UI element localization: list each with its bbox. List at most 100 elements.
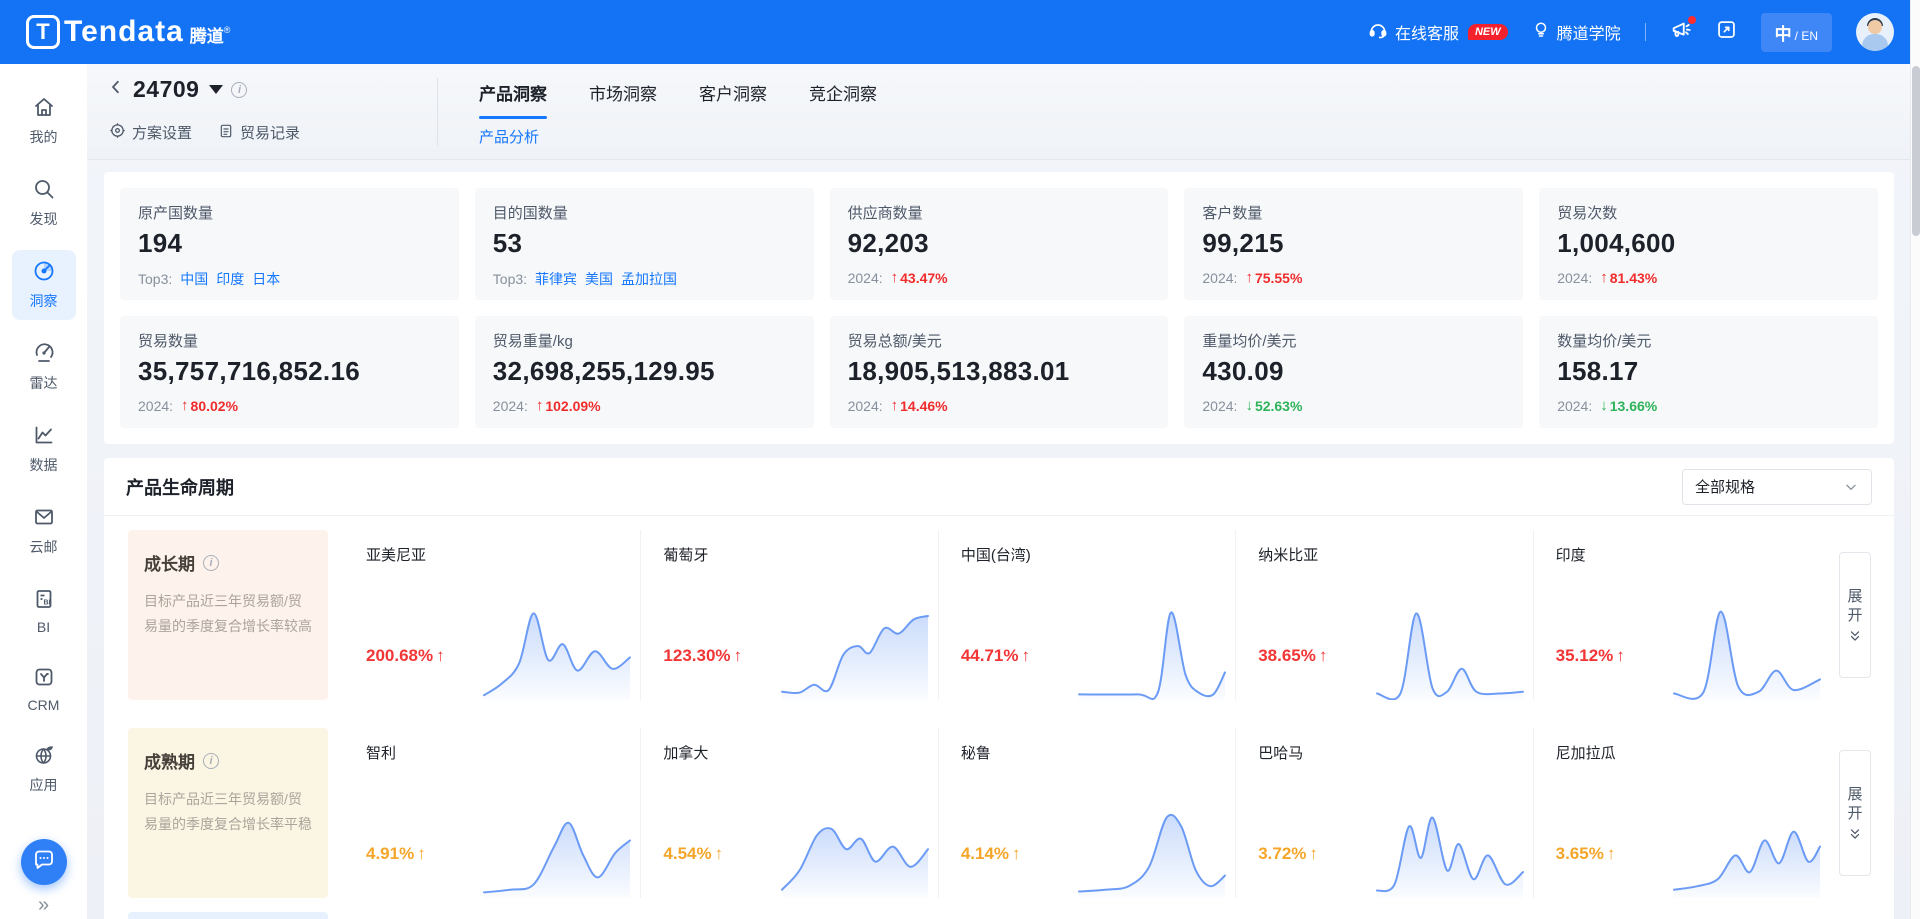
sidebar-item-crm[interactable]: CRM (12, 656, 76, 722)
expand-button-growth[interactable]: 展开 (1839, 552, 1871, 678)
up-arrow-icon: ↑ (536, 397, 544, 414)
top3-link[interactable]: 美国 (585, 269, 613, 289)
country-chart-armenia[interactable]: 亚美尼亚 200.68%↑ (344, 530, 640, 700)
tab-customer-insight[interactable]: 客户洞察 (699, 80, 767, 119)
svg-text:BI: BI (43, 600, 50, 607)
plan-settings-button[interactable]: 方案设置 (109, 122, 192, 143)
trend-year: 2024: (1202, 270, 1237, 286)
logo-icon: T (26, 15, 60, 49)
sidebar-item-apps[interactable]: 应用 (12, 734, 76, 804)
page-scrollbar[interactable] (1910, 0, 1920, 919)
country-name: 智利 (366, 742, 632, 763)
sidebar-label: BI (37, 619, 50, 635)
top3-link[interactable]: 印度 (216, 269, 244, 289)
country-chart-namibia[interactable]: 纳米比亚 38.65%↑ (1235, 530, 1532, 700)
pct-value: 200.68% (366, 646, 433, 666)
registered-mark: ® (224, 25, 231, 35)
stage-card-mature: 成熟期 i 目标产品近三年贸易额/贸易量的季度复合增长率平稳 (128, 728, 328, 898)
stat-label: 目的国数量 (493, 202, 796, 223)
up-arrow-icon: ↑ (1319, 646, 1328, 666)
top-navbar: T Tendata 腾道 ® 在线客服 NEW 腾道学院 (0, 0, 1920, 64)
country-name: 尼加拉瓜 (1556, 742, 1822, 763)
subtab-product-analysis[interactable]: 产品分析 (479, 126, 539, 147)
logo-text: Tendata (64, 15, 184, 49)
tab-market-insight[interactable]: 市场洞察 (589, 80, 657, 119)
top3-link[interactable]: 菲律宾 (535, 269, 577, 289)
top3-link[interactable]: 中国 (180, 269, 208, 289)
sparkline-chart (1672, 604, 1822, 700)
trade-records-label: 贸易记录 (240, 122, 300, 143)
chat-bubble-icon (32, 848, 56, 877)
page-header: 24709 i 方案设置 贸易记录 产品洞察 市场洞察 客户洞察 竞企洞 (87, 64, 1910, 160)
trend-pct: 80.02% (191, 398, 238, 414)
up-arrow-icon: ↑ (1021, 646, 1030, 666)
info-icon[interactable]: i (203, 753, 219, 769)
sidebar-item-bi[interactable]: BI BI (12, 578, 76, 644)
pct-value: 4.91% (366, 844, 414, 864)
country-chart-bahamas[interactable]: 巴哈马 3.72%↑ (1235, 728, 1532, 898)
stage-description: 目标产品近三年贸易额/贸易量的季度复合增长率较高 (144, 589, 312, 639)
trend-pct: 14.46% (900, 398, 947, 414)
spec-filter-select[interactable]: 全部规格 (1682, 469, 1872, 505)
tab-product-insight[interactable]: 产品洞察 (479, 80, 547, 119)
plan-id: 24709 (133, 76, 199, 103)
sidebar-item-discover[interactable]: 发现 (12, 168, 76, 238)
chat-fab-button[interactable] (21, 839, 67, 885)
logo-cn-text: 腾道 (190, 22, 224, 47)
trade-records-button[interactable]: 贸易记录 (218, 122, 300, 143)
user-avatar[interactable] (1856, 13, 1894, 51)
expand-button-mature[interactable]: 展开 (1839, 750, 1871, 876)
scrollbar-thumb[interactable] (1912, 66, 1920, 236)
sparkline-chart (1077, 802, 1227, 898)
sidebar-item-insight[interactable]: 洞察 (12, 250, 76, 320)
stat-card-destination-countries: 目的国数量 53 Top3: 菲律宾 美国 孟加拉国 (475, 188, 814, 300)
country-chart-india[interactable]: 印度 35.12%↑ (1533, 530, 1830, 700)
info-icon[interactable]: i (231, 82, 247, 98)
plan-dropdown-caret[interactable] (209, 85, 223, 94)
lang-en-label: / EN (1795, 29, 1818, 43)
academy-label: 腾道学院 (1557, 20, 1621, 44)
spec-filter-value: 全部规格 (1695, 476, 1755, 497)
tab-competitor-insight[interactable]: 竞企洞察 (809, 80, 877, 119)
stat-value: 158.17 (1557, 356, 1860, 387)
country-chart-chile[interactable]: 智利 4.91%↑ (344, 728, 640, 898)
sidebar-item-mine[interactable]: 我的 (12, 86, 76, 156)
up-arrow-icon: ↑ (715, 844, 724, 864)
pct-value: 38.65% (1258, 646, 1316, 666)
country-chart-portugal[interactable]: 葡萄牙 123.30%↑ (640, 530, 937, 700)
country-chart-canada[interactable]: 加拿大 4.54%↑ (640, 728, 937, 898)
fullscreen-button[interactable] (1716, 19, 1737, 45)
up-arrow-icon: ↑ (1309, 844, 1318, 864)
academy-button[interactable]: 腾道学院 (1532, 20, 1621, 45)
country-chart-taiwan[interactable]: 中国(台湾) 44.71%↑ (938, 530, 1235, 700)
country-chart-nicaragua[interactable]: 尼加拉瓜 3.65%↑ (1533, 728, 1830, 898)
info-icon[interactable]: i (203, 555, 219, 571)
country-chart-peru[interactable]: 秘鲁 4.14%↑ (938, 728, 1235, 898)
insight-pie-icon (32, 259, 56, 286)
country-name: 中国(台湾) (961, 544, 1227, 565)
sparkline-chart (1375, 802, 1525, 898)
up-arrow-icon: ↑ (1607, 844, 1616, 864)
top3-prefix: Top3: (493, 271, 527, 287)
sidebar-item-radar[interactable]: 雷达 (12, 332, 76, 402)
stat-value: 1,004,600 (1557, 228, 1860, 259)
top3-link[interactable]: 日本 (252, 269, 280, 289)
online-service-button[interactable]: 在线客服 NEW (1368, 20, 1508, 45)
announcement-button[interactable] (1670, 19, 1692, 46)
sidebar-item-mail[interactable]: 云邮 (12, 496, 76, 566)
sparkline-chart (482, 604, 632, 700)
trend-pct: 43.47% (900, 270, 947, 286)
pct-value: 3.72% (1258, 844, 1306, 864)
sidebar-collapse-toggle[interactable]: » (38, 894, 49, 917)
left-sidebar: 我的 发现 洞察 雷达 数据 云邮 BI BI (0, 64, 87, 919)
language-switch[interactable]: 中 / EN (1761, 13, 1832, 52)
stat-card-trade-weight: 贸易重量/kg 32,698,255,129.95 2024: ↑102.09% (475, 316, 814, 428)
tendata-logo[interactable]: T Tendata 腾道 ® (26, 15, 230, 49)
lifecycle-row-growth: 成长期 i 目标产品近三年贸易额/贸易量的季度复合增长率较高 亚美尼亚 200.… (104, 516, 1894, 714)
top3-link[interactable]: 孟加拉国 (621, 269, 677, 289)
sidebar-item-data[interactable]: 数据 (12, 414, 76, 484)
back-button[interactable] (107, 78, 125, 101)
stage-card-growth: 成长期 i 目标产品近三年贸易额/贸易量的季度复合增长率较高 (128, 530, 328, 700)
up-arrow-icon: ↑ (436, 646, 445, 666)
stat-label: 原产国数量 (138, 202, 441, 223)
